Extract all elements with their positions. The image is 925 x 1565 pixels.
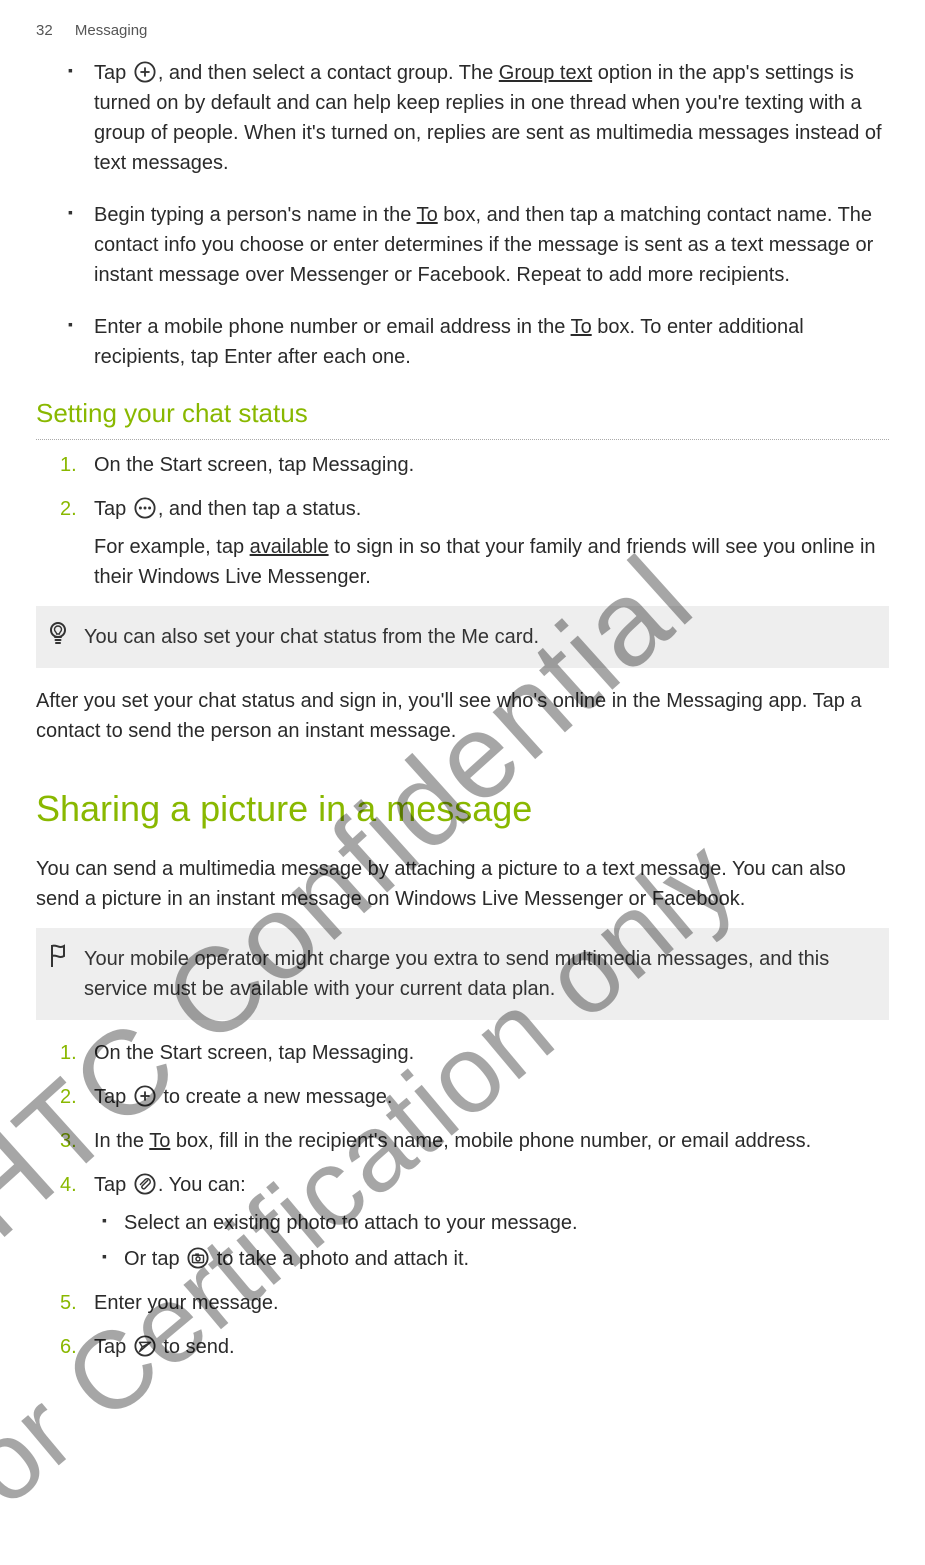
- tip-callout: You can also set your chat status from t…: [36, 606, 889, 668]
- intro-bullets: Tap , and then select a contact group. T…: [94, 58, 889, 372]
- flag-icon: [46, 942, 70, 970]
- step-item: Tap to send.: [94, 1332, 889, 1362]
- underlined-term: Group text: [499, 62, 592, 84]
- section-chat-status-title: Setting your chat status: [36, 394, 889, 433]
- dots-icon: [134, 497, 156, 519]
- send-icon: [134, 1335, 156, 1357]
- tip-text: You can also set your chat status from t…: [84, 626, 539, 648]
- step-item: Tap . You can:Select an existing photo t…: [94, 1170, 889, 1274]
- bulb-icon: [46, 620, 70, 648]
- attach-icon: [134, 1173, 156, 1195]
- chat-followup-para: After you set your chat status and sign …: [36, 686, 889, 746]
- step-body: For example, tap available to sign in so…: [94, 532, 889, 592]
- step-item: Tap to create a new message.: [94, 1082, 889, 1112]
- step-item: Enter your message.: [94, 1288, 889, 1318]
- share-intro-para: You can send a multimedia message by att…: [36, 854, 889, 914]
- step-item: Tap , and then tap a status.For example,…: [94, 494, 889, 592]
- divider: [36, 439, 889, 440]
- page-number: 32: [36, 22, 53, 39]
- warning-callout: Your mobile operator might charge you ex…: [36, 928, 889, 1020]
- page-header: 32 Messaging: [36, 20, 889, 43]
- underlined-term: To: [417, 204, 438, 226]
- list-item: Select an existing photo to attach to yo…: [124, 1208, 889, 1238]
- sub-bullets: Select an existing photo to attach to yo…: [124, 1208, 889, 1274]
- step-item: On the Start screen, tap Messaging.: [94, 1038, 889, 1068]
- list-item: Begin typing a person's name in the To b…: [94, 200, 889, 290]
- share-picture-steps: On the Start screen, tap Messaging. Tap t…: [94, 1038, 889, 1362]
- list-item: Or tap to take a photo and attach it.: [124, 1244, 889, 1274]
- underlined-term: To: [149, 1130, 170, 1152]
- underlined-term: To: [571, 316, 592, 338]
- plus-icon: [134, 61, 156, 83]
- chat-status-steps: On the Start screen, tap Messaging. Tap ,…: [94, 450, 889, 592]
- list-item: Tap , and then select a contact group. T…: [94, 58, 889, 178]
- underlined-term: available: [250, 536, 329, 558]
- list-item: Enter a mobile phone number or email add…: [94, 312, 889, 372]
- header-section: Messaging: [75, 22, 148, 39]
- camera-icon: [187, 1247, 209, 1269]
- step-item: On the Start screen, tap Messaging.: [94, 450, 889, 480]
- step-item: In the To box, fill in the recipient's n…: [94, 1126, 889, 1156]
- warning-text: Your mobile operator might charge you ex…: [84, 948, 829, 1000]
- plus-icon: [134, 1085, 156, 1107]
- share-picture-title: Sharing a picture in a message: [36, 782, 889, 836]
